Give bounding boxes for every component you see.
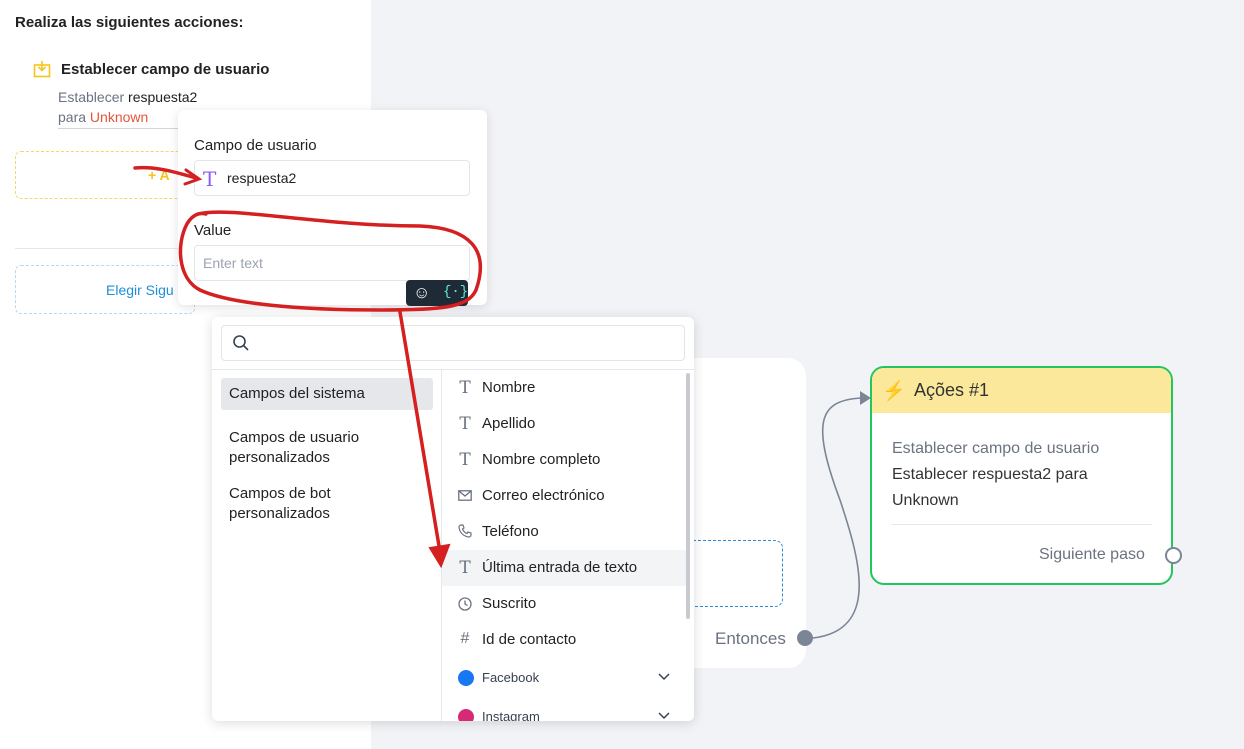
emoji-icon[interactable]: ☺ [413, 283, 430, 303]
category-custom-user-fields[interactable]: Campos de usuario personalizados [221, 422, 433, 474]
category-custom-bot-fields[interactable]: Campos de bot personalizados [221, 478, 433, 530]
field-item-last-text-input[interactable]: T Última entrada de texto [442, 550, 689, 586]
field-group-label: Facebook [482, 670, 540, 685]
variables-icon[interactable]: {·} [443, 284, 468, 300]
action-divider [58, 128, 188, 129]
add-action-label: + A [148, 167, 170, 183]
text-icon: T [459, 558, 471, 578]
field-item-phone[interactable]: Teléfono [442, 514, 689, 550]
actions-node[interactable]: ⚡ Ações #1 Establecer campo de usuario E… [870, 366, 1173, 585]
then-label: Entonces [715, 629, 786, 648]
field-item-first-name[interactable]: T Nombre [442, 370, 689, 406]
user-field-value: respuesta2 [227, 170, 297, 186]
actions-node-title: Ações #1 [914, 380, 990, 400]
lightning-icon: ⚡ [882, 381, 906, 402]
field-item-last-name[interactable]: T Apellido [442, 406, 689, 442]
action-description-line2: para Unknown [58, 109, 149, 125]
actions-node-header: ⚡ Ações #1 [872, 368, 1171, 413]
field-item-label: Correo electrónico [482, 487, 605, 504]
actions-node-label: Establecer campo de usuario [892, 440, 1100, 457]
category-label: Campos del sistema [229, 385, 365, 402]
field-item-label: Teléfono [482, 523, 539, 540]
actions-node-body-line2: Unknown [892, 492, 959, 509]
field-item-subscribed[interactable]: Suscrito [442, 586, 689, 622]
category-system-fields[interactable]: Campos del sistema [221, 378, 433, 410]
actions-node-divider [892, 524, 1152, 525]
instagram-icon [458, 709, 474, 721]
chevron-down-icon [658, 712, 670, 720]
mail-icon [458, 490, 472, 501]
variable-search-input[interactable] [221, 325, 685, 361]
next-step-port[interactable] [1165, 547, 1182, 564]
condition-dropzone[interactable] [680, 540, 783, 607]
value-label: Value [194, 222, 232, 239]
category-label: Campos de usuario [229, 429, 360, 446]
dropdown-scrollbar[interactable] [686, 373, 690, 619]
choose-next-step-label: Elegir Sigu [106, 282, 174, 298]
field-item-label: Nombre [482, 379, 536, 396]
chevron-down-icon [658, 673, 670, 681]
set-user-field-popup: Campo de usuario T respuesta2 Value ☺ {·… [178, 110, 487, 306]
user-field-label: Campo de usuario [194, 137, 317, 154]
then-output-port[interactable] [797, 630, 813, 646]
field-item-label: Nombre completo [482, 451, 601, 468]
field-item-label: Apellido [482, 415, 536, 432]
search-icon [233, 335, 249, 351]
download-icon [33, 61, 51, 78]
text-icon: T [459, 450, 471, 470]
field-group-instagram[interactable]: Instagram [442, 699, 689, 721]
sidebar-heading: Realiza las siguientes acciones: [15, 14, 244, 31]
variables-dropdown: Campos del sistema Campos de usuario per… [212, 317, 694, 721]
field-group-facebook[interactable]: Facebook [442, 660, 689, 696]
value-input[interactable] [194, 245, 470, 281]
field-item-full-name[interactable]: T Nombre completo [442, 442, 689, 478]
field-item-label: Suscrito [482, 595, 537, 612]
input-toolbar: ☺ {·} [406, 280, 468, 306]
field-item-contact-id[interactable]: # Id de contacto [442, 622, 689, 658]
action-title[interactable]: Establecer campo de usuario [61, 61, 269, 78]
action-description-line1: Establecer respuesta2 [58, 89, 198, 105]
text-icon: T [459, 378, 471, 398]
text-type-icon: T [203, 167, 217, 191]
field-group-label: Instagram [482, 709, 540, 721]
next-step-label: Siguiente paso [1039, 546, 1145, 563]
hash-icon: # [460, 630, 470, 647]
user-field-select[interactable]: T respuesta2 [194, 160, 470, 196]
clock-icon [458, 597, 472, 611]
category-label: Campos de bot [229, 485, 331, 502]
category-label: personalizados [229, 449, 330, 466]
category-label: personalizados [229, 505, 330, 522]
field-item-label: Id de contacto [482, 631, 577, 648]
text-icon: T [459, 414, 471, 434]
phone-icon [458, 524, 472, 538]
field-item-email[interactable]: Correo electrónico [442, 478, 689, 514]
messenger-icon [458, 670, 474, 686]
actions-node-body-line1: Establecer respuesta2 para [892, 466, 1088, 483]
field-item-label: Última entrada de texto [482, 559, 638, 576]
